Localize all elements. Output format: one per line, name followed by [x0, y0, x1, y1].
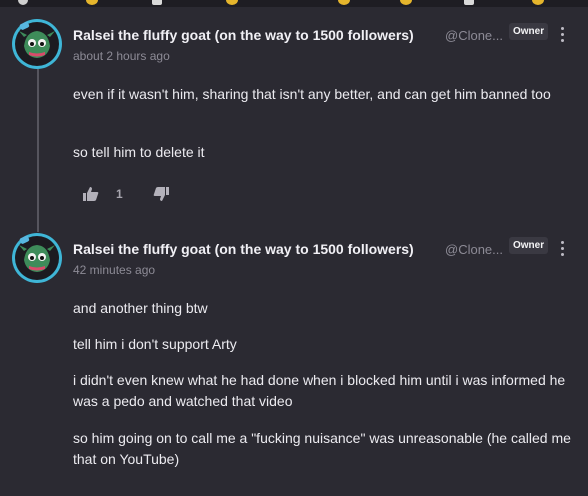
more-vertical-icon[interactable] [557, 241, 567, 259]
more-vertical-icon[interactable] [557, 27, 567, 45]
comment-paragraph: so tell him to delete it [73, 144, 205, 160]
comment-paragraph: i didn't even knew what he had done when… [73, 372, 566, 409]
comment-paragraph: even if it wasn't him, sharing that isn'… [73, 86, 551, 102]
emoji-icon [152, 0, 162, 5]
goat-avatar-icon[interactable] [12, 233, 62, 283]
comment-time: about 2 hours ago [73, 49, 170, 63]
comment-paragraph: tell him i don't support Arty [73, 336, 237, 352]
comment-paragraph: so him going on to call me a "fucking nu… [73, 430, 571, 467]
thumbs-up-icon[interactable] [83, 187, 99, 206]
top-emoji-strip [0, 0, 588, 7]
comment-handle[interactable]: @Clone... [445, 242, 503, 257]
emoji-icon [226, 0, 238, 5]
thread-line [37, 62, 39, 232]
thumbs-down-icon[interactable] [153, 187, 169, 206]
upvote-count: 1 [116, 187, 123, 201]
emoji-icon [400, 0, 412, 5]
comment-handle[interactable]: @Clone... [445, 28, 503, 43]
comment-time: 42 minutes ago [73, 263, 156, 277]
owner-badge: Owner [509, 237, 549, 254]
emoji-icon [338, 0, 350, 5]
comment-author[interactable]: Ralsei the fluffy goat (on the way to 15… [73, 27, 414, 43]
emoji-icon [532, 0, 544, 5]
emoji-icon [464, 0, 474, 5]
vote-bar: 1 [0, 187, 588, 203]
emoji-icon [86, 0, 98, 5]
comment-author[interactable]: Ralsei the fluffy goat (on the way to 15… [73, 241, 414, 257]
goat-avatar-icon[interactable] [12, 19, 62, 69]
emoji-icon [18, 0, 28, 5]
owner-badge: Owner [509, 23, 549, 40]
comment-paragraph: and another thing btw [73, 300, 208, 316]
